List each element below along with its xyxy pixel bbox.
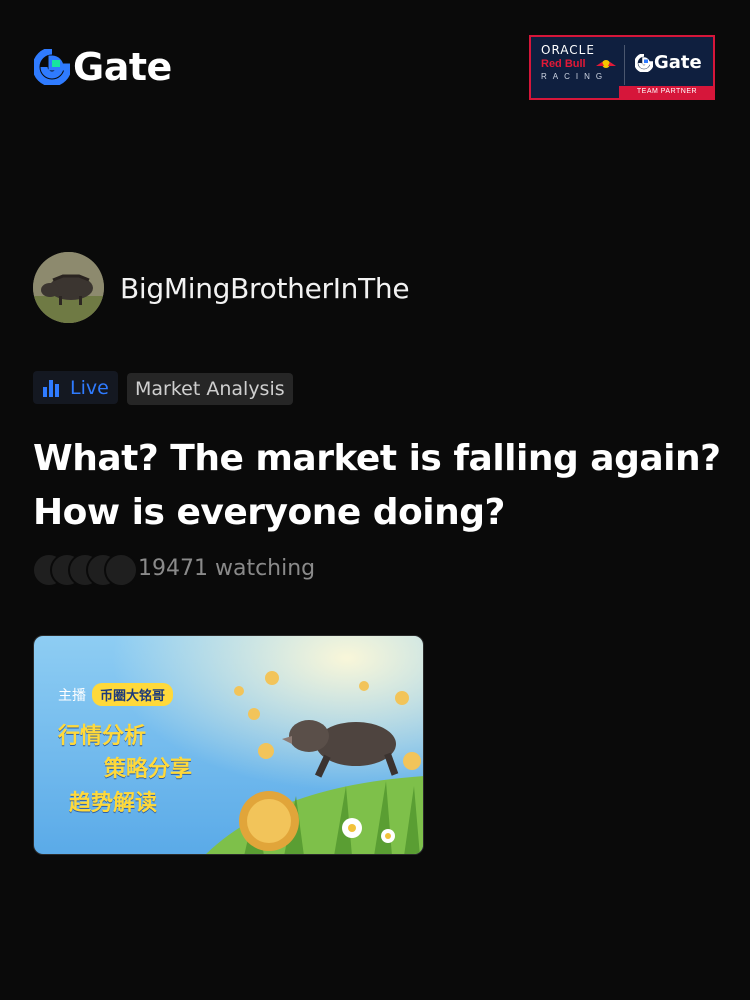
cover-line-1: 行情分析	[58, 724, 147, 749]
cover-line-3: 趋势解读	[69, 791, 158, 816]
host-avatar[interactable]	[33, 252, 104, 323]
host-name[interactable]: BigMingBrotherInThe	[120, 272, 410, 305]
redbull-label: Red Bull	[541, 58, 586, 70]
live-label: Live	[70, 376, 109, 399]
viewer-avatars	[32, 553, 138, 587]
cover-line-2: 策略分享	[104, 757, 193, 782]
boar-icon	[33, 252, 104, 323]
bull-icon	[596, 60, 616, 68]
oracle-label: ORACLE	[541, 43, 595, 57]
live-bars-icon	[43, 379, 59, 397]
live-tag: Live	[33, 371, 118, 404]
cover-host-label: 主播	[58, 687, 86, 704]
gate-logo[interactable]: Gate	[34, 48, 172, 86]
partner-divider	[624, 45, 625, 85]
stream-title: What? The market is falling again? How i…	[33, 438, 721, 533]
gate-logo-icon	[34, 49, 70, 85]
partner-gate-logo: Gate	[635, 52, 702, 73]
watching-count: 19471 watching	[138, 556, 316, 581]
cover-host: 主播 币圈大铭哥	[58, 683, 174, 706]
stream-cover[interactable]: 主播 币圈大铭哥 行情分析 策略分享 趋势解读	[33, 635, 424, 855]
logo-text: Gate	[73, 45, 172, 89]
category-tag[interactable]: Market Analysis	[127, 373, 293, 405]
avatar	[104, 553, 138, 587]
partner-banner: ORACLE Red Bull RACING Gate TEAM PARTNER	[529, 35, 715, 100]
cover-host-badge: 币圈大铭哥	[92, 683, 174, 706]
racing-label: RACING	[541, 72, 609, 81]
team-partner-label: TEAM PARTNER	[619, 86, 715, 98]
gate-logo-icon	[635, 53, 653, 72]
partner-gate-text: Gate	[654, 52, 702, 73]
